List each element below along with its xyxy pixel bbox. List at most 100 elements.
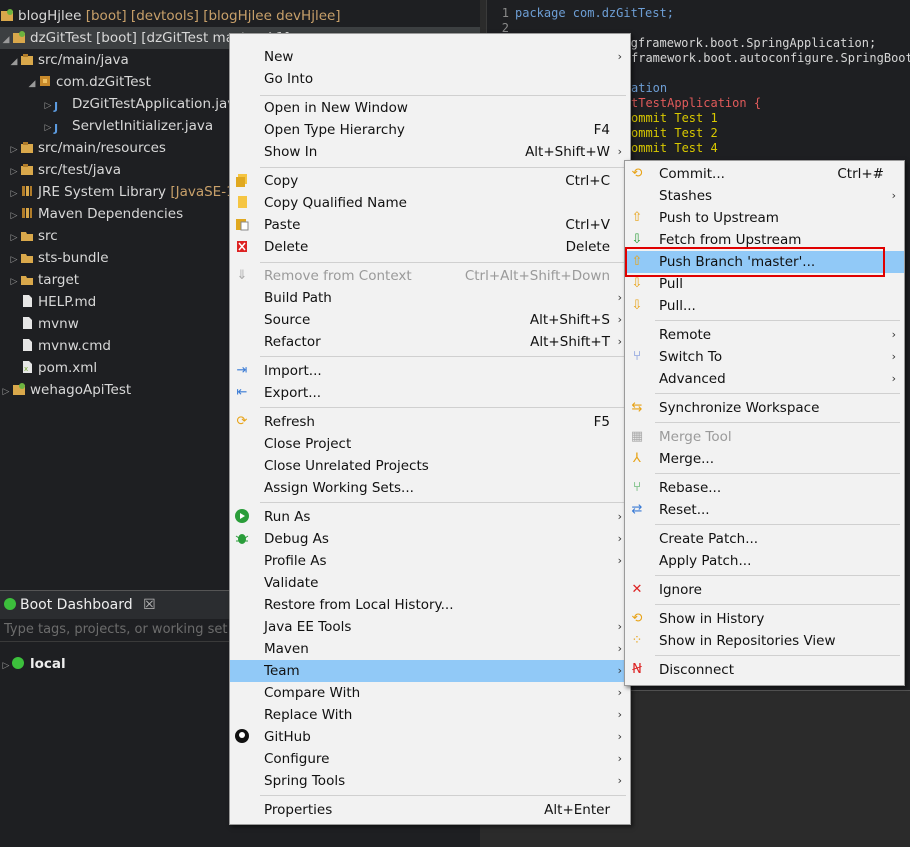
tree-item-src[interactable]: ▷ src [8,225,58,247]
tree-item-pom-xml[interactable]: x pom.xml [20,357,97,379]
menu-item-validate[interactable]: Validate [230,572,630,594]
menu-item-commit[interactable]: ⟲ Commit... Ctrl+# [625,163,904,185]
tree-item-sts-bundle[interactable]: ▷ sts-bundle [8,247,109,269]
menu-item-ignore[interactable]: ✕ Ignore [625,579,904,601]
menu-item-apply-patch[interactable]: Apply Patch... [625,550,904,572]
menu-item-delete[interactable]: Delete Delete [230,236,630,258]
spring-project-icon [12,381,26,395]
menu-item-go-into[interactable]: Go Into [230,68,630,90]
menu-item-refactor[interactable]: Refactor Alt+Shift+T › [230,331,630,353]
tree-item-src-main-java[interactable]: ◢ src/main/java [8,49,129,71]
code-line: ommit Test 4 [631,141,718,155]
menu-item-show-in[interactable]: Show In Alt+Shift+W › [230,141,630,163]
tree-item-servletinitializer[interactable]: ▷ J ServletInitializer.java [42,115,214,139]
menu-item-disconnect[interactable]: Ꞥ Disconnect [625,659,904,681]
collapse-arrow-icon[interactable]: ▷ [42,95,54,117]
menu-item-create-patch[interactable]: Create Patch... [625,528,904,550]
tree-item-dzgittestapplication[interactable]: ▷ J DzGitTestApplication.java [42,93,244,115]
menu-item-profile-as[interactable]: Profile As › [230,550,630,572]
menu-item-merge[interactable]: ⅄ Merge... [625,448,904,470]
expand-arrow-icon[interactable]: ◢ [0,29,12,51]
collapse-arrow-icon[interactable]: ▷ [8,183,20,205]
menu-item-rebase[interactable]: ⑂ Rebase... [625,477,904,499]
menu-item-new[interactable]: New › [230,46,630,68]
menu-item-debug-as[interactable]: Debug As › [230,528,630,550]
menu-item-copy-qualified-name[interactable]: Copy Qualified Name [230,192,630,214]
tree-item-mvnw-cmd[interactable]: mvnw.cmd [20,335,111,357]
submenu-arrow-icon: › [617,708,622,721]
library-icon [20,205,34,219]
menu-item-remove-from-context[interactable]: ⇓ Remove from Context Ctrl+Alt+Shift+Down [230,265,630,287]
menu-item-stashes[interactable]: Stashes › [625,185,904,207]
collapse-arrow-icon[interactable]: ▷ [8,139,20,161]
menu-item-properties[interactable]: Properties Alt+Enter [230,799,630,821]
menu-item-export[interactable]: ⇤ Export... [230,382,630,404]
menu-item-open-type-hierarchy[interactable]: Open Type Hierarchy F4 [230,119,630,141]
expand-arrow-icon[interactable]: ◢ [26,73,38,95]
separator [260,356,626,357]
menu-item-close-project[interactable]: Close Project [230,433,630,455]
collapse-arrow-icon[interactable]: ▷ [0,381,12,403]
menu-item-restore-local-history[interactable]: Restore from Local History... [230,594,630,616]
menu-item-import[interactable]: ⇥ Import... [230,360,630,382]
tree-item-target[interactable]: ▷ target [8,269,80,293]
tree-item-src-main-resources[interactable]: ▷ src/main/resources [8,137,166,159]
separator [260,167,626,168]
menu-item-copy[interactable]: Copy Ctrl+C [230,170,630,192]
boot-local-target[interactable]: ▷ local [0,653,66,675]
menu-item-assign-working-sets[interactable]: Assign Working Sets... [230,477,630,499]
tree-item-bloghjlee[interactable]: blogHjlee [boot] [devtools] [blogHjlee d… [0,5,341,27]
menu-item-spring-tools[interactable]: Spring Tools › [230,770,630,792]
collapse-arrow-icon[interactable]: ▷ [8,205,20,227]
commit-icon: ⟲ [631,166,643,181]
tree-item-mvnw[interactable]: mvnw [20,313,79,335]
menu-item-source[interactable]: Source Alt+Shift+S › [230,309,630,331]
collapse-arrow-icon[interactable]: ▷ [8,249,20,271]
refresh-icon: ⟳ [236,414,248,429]
menu-item-configure[interactable]: Configure › [230,748,630,770]
separator [655,422,900,423]
submenu-arrow-icon: › [891,189,896,202]
menu-item-pull-dialog[interactable]: ⇩ Pull... [625,295,904,317]
collapse-arrow-icon[interactable]: ▷ [8,227,20,249]
menu-item-github[interactable]: GitHub › [230,726,630,748]
menu-item-show-in-history[interactable]: ⟲ Show in History [625,608,904,630]
tree-item-jre-library[interactable]: ▷ JRE System Library [JavaSE-1 [8,181,235,203]
menu-item-replace-with[interactable]: Replace With › [230,704,630,726]
menu-item-reset[interactable]: ⇄ Reset... [625,499,904,521]
collapse-arrow-icon[interactable]: ▷ [0,655,12,677]
tree-item-maven-dependencies[interactable]: ▷ Maven Dependencies [8,203,184,227]
menu-item-push-to-upstream[interactable]: ⇧ Push to Upstream [625,207,904,229]
menu-item-paste[interactable]: Paste Ctrl+V [230,214,630,236]
menu-item-show-in-repositories[interactable]: ⁘ Show in Repositories View [625,630,904,652]
menu-item-advanced[interactable]: Advanced › [625,368,904,390]
collapse-arrow-icon[interactable]: ▷ [8,271,20,293]
menu-item-close-unrelated-projects[interactable]: Close Unrelated Projects [230,455,630,477]
expand-arrow-icon[interactable]: ◢ [8,51,20,73]
close-tab-icon[interactable]: ☒ [143,597,156,613]
tree-item-help-md[interactable]: HELP.md [20,291,96,313]
menu-item-maven[interactable]: Maven › [230,638,630,660]
menu-item-java-ee-tools[interactable]: Java EE Tools › [230,616,630,638]
tree-item-src-test-java[interactable]: ▷ src/test/java [8,159,122,183]
menu-item-remote[interactable]: Remote › [625,324,904,346]
tree-item-wehagoapitest[interactable]: ▷ wehagoApiTest [0,379,132,403]
collapse-arrow-icon[interactable]: ▷ [42,117,54,139]
collapse-arrow-icon[interactable]: ▷ [8,161,20,183]
fetch-upstream-icon: ⇩ [631,232,643,247]
menu-item-switch-to[interactable]: ⑂ Switch To › [625,346,904,368]
tree-item-package[interactable]: ◢ com.dzGitTest [26,71,151,93]
submenu-arrow-icon: › [617,774,622,787]
menu-item-open-in-new-window[interactable]: Open in New Window [230,97,630,119]
menu-item-merge-tool[interactable]: ▦ Merge Tool [625,426,904,448]
submenu-arrow-icon: › [617,752,622,765]
menu-item-compare-with[interactable]: Compare With › [230,682,630,704]
merge-icon: ⅄ [633,451,641,466]
menu-item-team[interactable]: Team › [230,660,630,682]
menu-item-run-as[interactable]: Run As › [230,506,630,528]
menu-item-synchronize-workspace[interactable]: ⇆ Synchronize Workspace [625,397,904,419]
repositories-icon: ⁘ [631,633,643,648]
github-icon [234,729,250,745]
menu-item-build-path[interactable]: Build Path › [230,287,630,309]
menu-item-refresh[interactable]: ⟳ Refresh F5 [230,411,630,433]
